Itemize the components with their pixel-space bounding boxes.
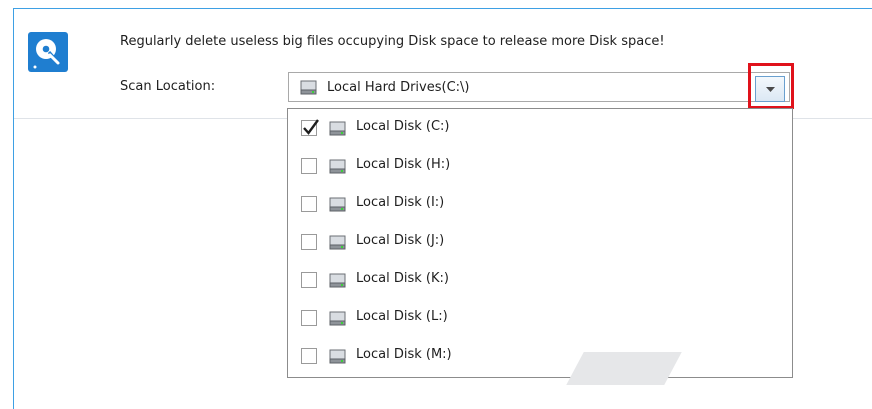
drive-option-l[interactable]: Local Disk (L:) [288,299,792,337]
drive-checkbox-i[interactable] [301,196,317,212]
drive-option-j[interactable]: Local Disk (J:) [288,223,792,261]
hard-drive-icon [329,159,346,174]
drive-dropdown-list: Local Disk (C:) Local Disk (H:) Local Di… [287,108,793,378]
hard-drive-icon [300,80,317,95]
drive-option-label: Local Disk (J:) [356,233,445,248]
drive-option-c[interactable]: Local Disk (C:) [288,109,792,147]
watermark-shape [566,352,682,385]
drive-option-h[interactable]: Local Disk (H:) [288,147,792,185]
dropdown-toggle-button[interactable] [755,76,785,102]
drive-option-label: Local Disk (K:) [356,271,449,286]
hard-drive-icon [329,349,346,364]
drive-checkbox-j[interactable] [301,234,317,250]
drive-option-label: Local Disk (C:) [356,119,450,134]
scan-location-label: Scan Location: [120,79,216,94]
drive-option-i[interactable]: Local Disk (I:) [288,185,792,223]
checkmark-icon [303,119,319,135]
drive-checkbox-l[interactable] [301,310,317,326]
drive-option-label: Local Disk (H:) [356,157,451,172]
drive-option-label: Local Disk (M:) [356,347,452,362]
drive-option-m[interactable]: Local Disk (M:) [288,337,792,375]
drive-option-label: Local Disk (I:) [356,195,445,210]
scan-location-value: Local Hard Drives(C:\) [327,80,470,95]
drive-checkbox-k[interactable] [301,272,317,288]
drive-checkbox-h[interactable] [301,158,317,174]
hard-drive-icon [329,197,346,212]
disk-cleanup-icon [28,32,68,72]
hard-drive-icon [329,121,346,136]
drive-option-label: Local Disk (L:) [356,309,448,324]
drive-option-k[interactable]: Local Disk (K:) [288,261,792,299]
hard-drive-icon [329,273,346,288]
drive-checkbox-c[interactable] [301,119,319,136]
scan-location-combobox[interactable]: Local Hard Drives(C:\) [288,72,790,102]
hard-drive-icon [329,235,346,250]
description-text: Regularly delete useless big files occup… [120,34,665,49]
drive-checkbox-m[interactable] [301,348,317,364]
hard-drive-icon [329,311,346,326]
chevron-down-icon [766,87,775,92]
